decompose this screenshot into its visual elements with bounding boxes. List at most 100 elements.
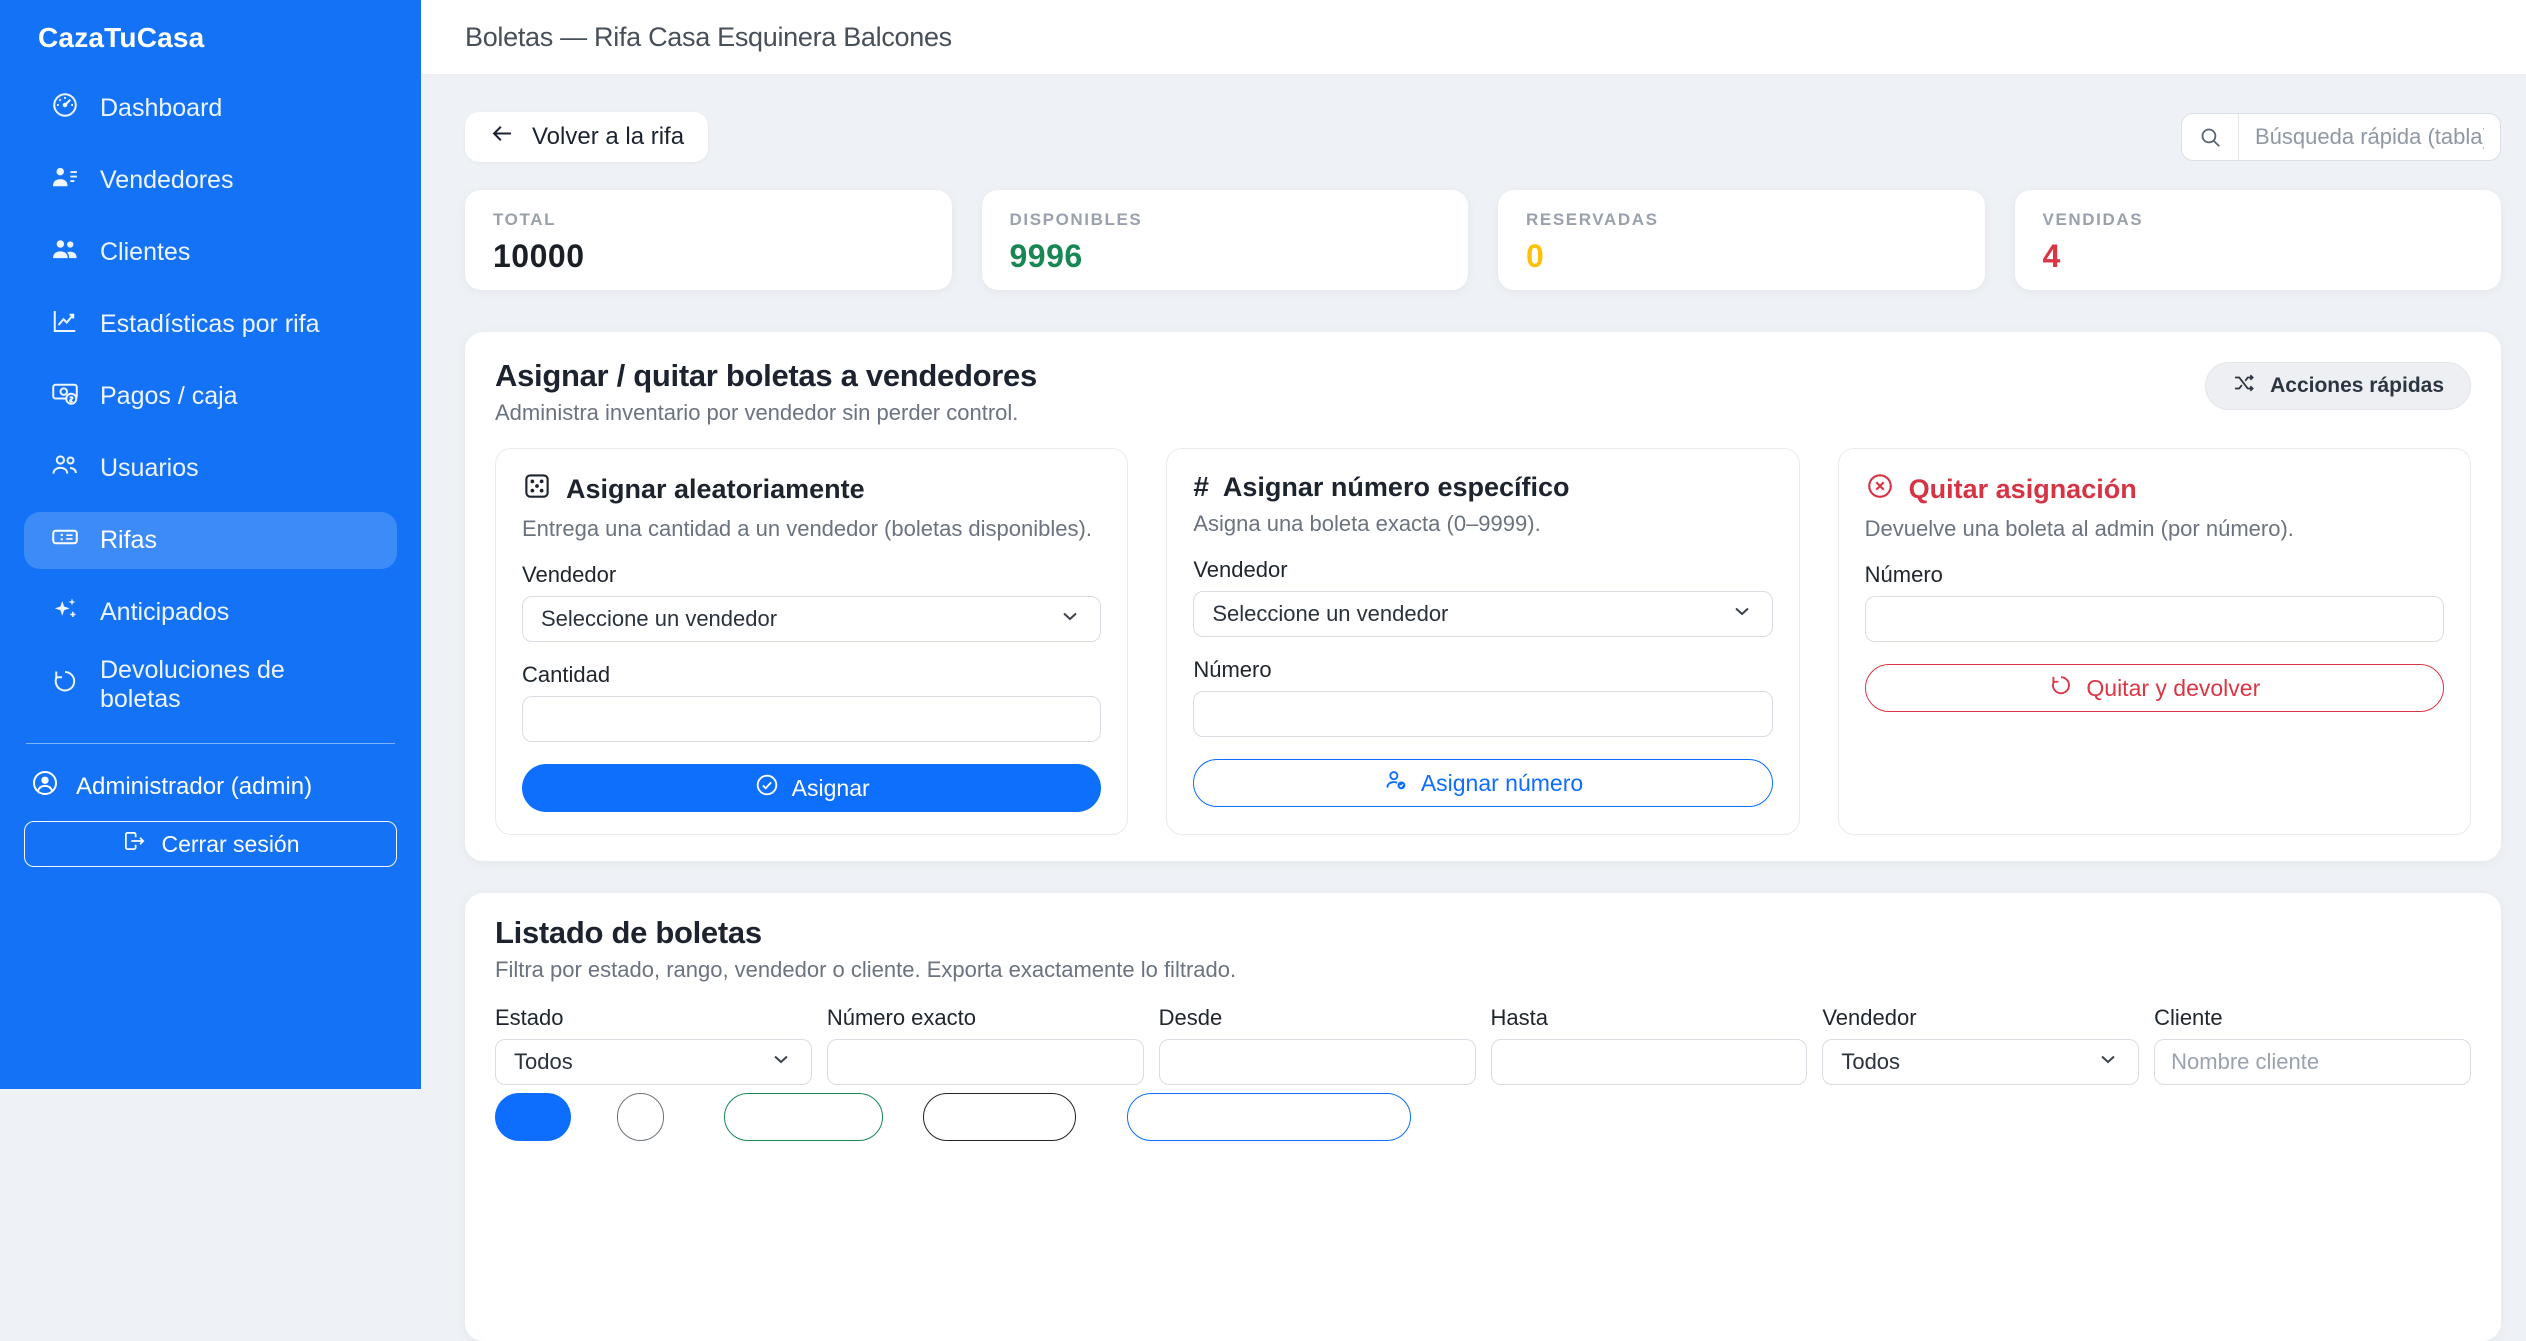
remove-title: Quitar asignación — [1909, 474, 2137, 505]
person-lines-icon — [50, 162, 80, 199]
logout-button[interactable]: Cerrar sesión — [24, 821, 397, 867]
top-header: Boletas — Rifa Casa Esquinera Balcones — [421, 0, 2526, 75]
assign-title: Asignar / quitar boletas a vendedores — [495, 358, 1037, 394]
sidebar-item-pagos[interactable]: Pagos / caja — [24, 368, 397, 425]
quantity-label: Cantidad — [522, 662, 1101, 688]
list-actions-row — [495, 1093, 2471, 1141]
quantity-input[interactable] — [522, 696, 1101, 742]
remove-title-row: Quitar asignación — [1865, 471, 2444, 508]
sidebar-item-usuarios[interactable]: Usuarios — [24, 440, 397, 497]
assign-button-label: Asignar — [792, 775, 870, 802]
cash-coin-icon — [50, 378, 80, 415]
hasta-label: Hasta — [1491, 1005, 1808, 1031]
stat-label: DISPONIBLES — [1010, 210, 1441, 230]
sidebar-item-anticipados[interactable]: Anticipados — [24, 584, 397, 641]
specific-vendor-select[interactable]: Seleccione un vendedor — [1193, 591, 1772, 637]
stat-label: RESERVADAS — [1526, 210, 1957, 230]
assign-button[interactable]: Asignar — [522, 764, 1101, 812]
remove-assignment-card: Quitar asignación Devuelve una boleta al… — [1838, 448, 2471, 835]
ticket-list-section: Listado de boletas Filtra por estado, ra… — [465, 893, 2501, 1341]
main-column: Boletas — Rifa Casa Esquinera Balcones V… — [421, 0, 2526, 1089]
cliente-label: Cliente — [2154, 1005, 2471, 1031]
arrow-counterclockwise-icon — [2048, 672, 2074, 704]
sidebar-item-dashboard[interactable]: Dashboard — [24, 80, 397, 137]
check-circle-icon — [754, 772, 780, 804]
assign-number-button[interactable]: Asignar número — [1193, 759, 1772, 807]
list-filters: Estado Todos Número exacto Desde — [495, 1005, 2471, 1085]
sidebar-nav: Dashboard Vendedores Clientes Estadístic… — [24, 80, 397, 713]
remove-number-input[interactable] — [1865, 596, 2444, 642]
sidebar-item-estadisticas[interactable]: Estadísticas por rifa — [24, 296, 397, 353]
logout-label: Cerrar sesión — [161, 831, 299, 858]
vendedor-select-value: Todos — [1841, 1049, 1900, 1075]
assign-section: Asignar / quitar boletas a vendedores Ad… — [465, 332, 2501, 861]
remove-subtitle: Devuelve una boleta al admin (por número… — [1865, 516, 2444, 542]
number-label: Número — [1193, 657, 1772, 683]
people-outline-icon — [50, 450, 80, 487]
vendedor-select[interactable]: Todos — [1822, 1039, 2139, 1085]
stat-value: 9996 — [1010, 238, 1441, 275]
quick-actions-button[interactable]: Acciones rápidas — [2205, 362, 2471, 410]
partial-button-blue-solid[interactable] — [495, 1093, 571, 1141]
toolbar: Volver a la rifa — [465, 112, 2501, 162]
back-label: Volver a la rifa — [532, 123, 684, 151]
arrow-counterclockwise-icon — [50, 666, 80, 703]
box-arrow-right-icon — [121, 828, 147, 860]
current-user-label: Administrador (admin) — [76, 773, 312, 801]
cliente-input[interactable] — [2154, 1039, 2471, 1085]
chevron-down-icon — [769, 1047, 793, 1077]
assign-random-card: Asignar aleatoriamente Entrega una canti… — [495, 448, 1128, 835]
partial-button-gray-outline[interactable] — [617, 1093, 664, 1141]
random-vendor-select-value: Seleccione un vendedor — [541, 606, 777, 632]
hasta-input[interactable] — [1491, 1039, 1808, 1085]
remove-and-return-button[interactable]: Quitar y devolver — [1865, 664, 2444, 712]
stat-card-vendidas: VENDIDAS 4 — [2015, 190, 2502, 290]
stat-value: 4 — [2043, 238, 2474, 275]
vendor-label: Vendedor — [1193, 557, 1772, 583]
sidebar-item-rifas[interactable]: Rifas — [24, 512, 397, 569]
assign-header: Asignar / quitar boletas a vendedores Ad… — [495, 358, 2471, 426]
filter-cliente: Cliente — [2154, 1005, 2471, 1085]
sidebar-item-vendedores[interactable]: Vendedores — [24, 152, 397, 209]
estado-select[interactable]: Todos — [495, 1039, 812, 1085]
search-input[interactable] — [2239, 114, 2500, 160]
page-title: Boletas — Rifa Casa Esquinera Balcones — [465, 22, 952, 53]
stat-card-reservadas: RESERVADAS 0 — [1498, 190, 1985, 290]
hash-icon: # — [1193, 471, 1209, 503]
arrow-left-icon — [489, 120, 516, 154]
content-area: Volver a la rifa TOTAL 10000 DISPONIBLES… — [421, 75, 2526, 1341]
stat-value: 10000 — [493, 238, 924, 275]
specific-number-input[interactable] — [1193, 691, 1772, 737]
stats-row: TOTAL 10000 DISPONIBLES 9996 RESERVADAS … — [465, 190, 2501, 290]
numero-exacto-input[interactable] — [827, 1039, 1144, 1085]
desde-label: Desde — [1159, 1005, 1476, 1031]
stat-value: 0 — [1526, 238, 1957, 275]
sidebar-item-label: Dashboard — [100, 94, 222, 123]
stat-card-disponibles: DISPONIBLES 9996 — [982, 190, 1469, 290]
partial-button-dark-outline[interactable] — [923, 1093, 1076, 1141]
person-circle-icon — [30, 768, 60, 805]
assign-cards-grid: Asignar aleatoriamente Entrega una canti… — [495, 448, 2471, 835]
back-to-raffle-button[interactable]: Volver a la rifa — [465, 112, 708, 162]
sidebar-item-clientes[interactable]: Clientes — [24, 224, 397, 281]
stat-label: VENDIDAS — [2043, 210, 2474, 230]
vendedor-label: Vendedor — [1822, 1005, 2139, 1031]
sidebar-divider — [26, 743, 395, 744]
partial-button-blue-outline[interactable] — [1127, 1093, 1411, 1141]
filter-desde: Desde — [1159, 1005, 1476, 1085]
random-vendor-select[interactable]: Seleccione un vendedor — [522, 596, 1101, 642]
partial-button-green-outline[interactable] — [724, 1093, 883, 1141]
shuffle-icon — [2232, 371, 2256, 401]
estado-label: Estado — [495, 1005, 812, 1031]
sidebar-item-label: Devoluciones de boletas — [100, 656, 371, 714]
sidebar-item-label: Rifas — [100, 526, 157, 555]
current-user: Administrador (admin) — [24, 768, 397, 805]
desde-input[interactable] — [1159, 1039, 1476, 1085]
chart-line-icon — [50, 306, 80, 343]
assign-specific-subtitle: Asigna una boleta exacta (0–9999). — [1193, 511, 1772, 537]
quick-actions-label: Acciones rápidas — [2270, 374, 2444, 398]
sidebar-item-label: Usuarios — [100, 454, 199, 483]
assign-subtitle: Administra inventario por vendedor sin p… — [495, 400, 1037, 426]
sidebar-item-devoluciones[interactable]: Devoluciones de boletas — [24, 656, 397, 713]
assign-random-subtitle: Entrega una cantidad a un vendedor (bole… — [522, 516, 1101, 542]
